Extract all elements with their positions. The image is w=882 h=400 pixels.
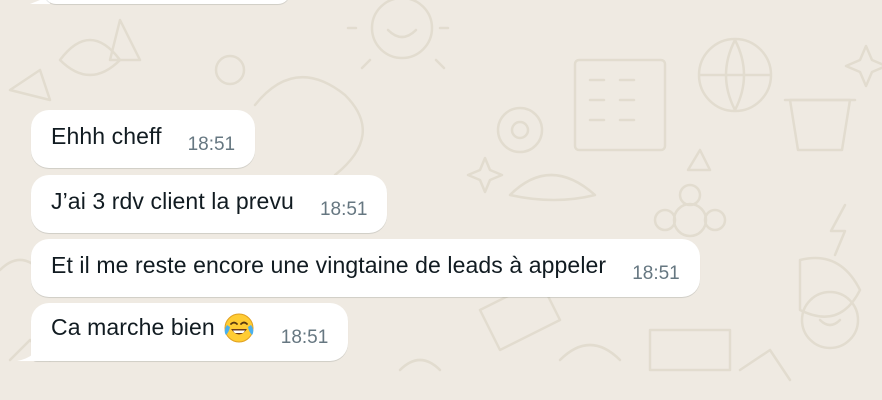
message-text: Et il me reste encore une vingtaine de l… — [51, 251, 607, 278]
message-bubble-last[interactable]: Ca marche bien 18:51 — [17, 303, 349, 361]
message-text: Ehhh cheff — [51, 122, 162, 149]
message-text: J’ai 3 rdv client la prevu — [51, 187, 294, 214]
message-timestamp: 18:51 — [187, 134, 236, 155]
bubble-tail — [17, 343, 39, 361]
face-with-tears-of-joy-icon — [224, 313, 254, 343]
message-timestamp: 18:51 — [319, 199, 368, 220]
chat-view: { "chat": { "messages": [ { "text": "Ehh… — [0, 0, 882, 400]
message-timestamp: 18:51 — [632, 263, 680, 284]
message-text: Ca marche bien — [51, 313, 255, 345]
message-bubble[interactable]: Ehhh cheff 18:51 — [31, 110, 256, 168]
message-timestamp: 18:51 — [280, 327, 329, 348]
previous-message-bubble[interactable] — [44, 0, 290, 4]
message-bubble[interactable]: Et il me reste encore une vingtaine de l… — [31, 239, 700, 297]
message-bubble[interactable]: J’ai 3 rdv client la prevu 18:51 — [31, 175, 388, 233]
